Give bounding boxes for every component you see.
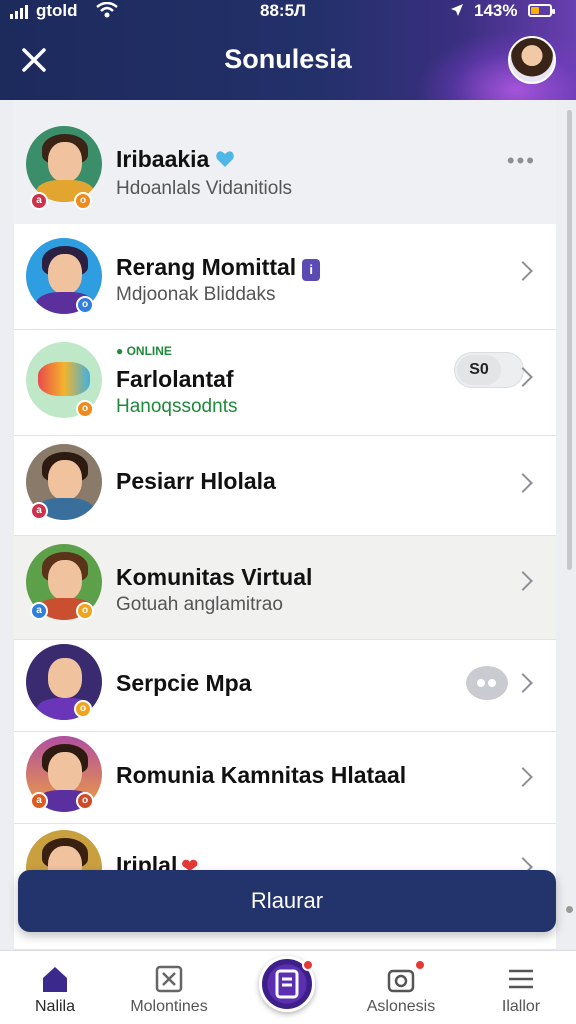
carrier: gtold	[10, 1, 78, 21]
tab-label: Molontines	[130, 998, 208, 1015]
chevron-right-icon	[513, 473, 533, 493]
avatar	[26, 126, 102, 202]
close-box-icon	[155, 965, 183, 993]
scroll-indicator	[566, 906, 573, 913]
badge-icon: o	[76, 400, 94, 418]
chat-icon[interactable]	[466, 666, 508, 700]
clock: 88:5Л	[260, 1, 306, 20]
tab-label: Aslonesis	[366, 998, 436, 1015]
item-subtitle: Hanoqssodnts	[116, 396, 238, 417]
item-subtitle: Mdjoonak Bliddaks	[116, 284, 276, 305]
list-item[interactable]: o Serpcie Mpa	[14, 640, 556, 732]
list-item[interactable]: a o Komunitas Virtual Gotuah anglamitrao	[14, 536, 556, 640]
community-list: a o Iribaakia Hdoanlals Vidanitiols ••• …	[14, 100, 556, 950]
menu-icon	[509, 969, 533, 989]
status-bar: gtold 88:5Л 143%	[0, 0, 576, 24]
item-title: Iribaakia	[116, 146, 235, 173]
chevron-right-icon	[513, 571, 533, 591]
more-icon[interactable]: •••	[507, 148, 536, 174]
item-title: Romunia Kamnitas Hlataal	[116, 762, 407, 788]
badge-icon: a	[30, 602, 48, 620]
carrier-name: gtold	[36, 1, 78, 20]
badge-icon: a	[30, 792, 48, 810]
toggle-switch[interactable]: S0	[454, 352, 524, 388]
primary-action-button[interactable]: Rlaurar	[18, 870, 556, 932]
online-status: ● ONLINE	[116, 344, 172, 358]
top-app-bar: gtold 88:5Л 143% Sonulesia	[0, 0, 576, 100]
item-subtitle: Gotuah anglamitrao	[116, 594, 283, 615]
item-title: Serpcie Mpa	[116, 670, 252, 696]
badge-icon: o	[74, 700, 92, 718]
list-item[interactable]: a o Iribaakia Hdoanlals Vidanitiols •••	[14, 100, 556, 224]
toggle-label: S0	[457, 355, 501, 385]
badge-icon: o	[76, 296, 94, 314]
battery-percent: 143%	[474, 1, 518, 20]
badge-icon: o	[74, 192, 92, 210]
badge-icon: a	[30, 502, 48, 520]
chevron-right-icon	[513, 261, 533, 281]
camera-icon	[387, 969, 415, 993]
wifi-icon	[96, 2, 118, 18]
page-title: Sonulesia	[224, 44, 352, 74]
center-action-button[interactable]	[259, 956, 315, 1012]
badge-icon: o	[76, 792, 94, 810]
badge-icon: a	[30, 192, 48, 210]
location-icon	[451, 4, 463, 16]
signal-icon	[10, 4, 28, 19]
item-title: Rerang Momittal i	[116, 254, 321, 281]
item-subtitle: Hdoanlals Vidanitiols	[116, 178, 293, 199]
list-item[interactable]: a o Romunia Kamnitas Hlataal	[14, 732, 556, 824]
list-item[interactable]: o Rerang Momittal i Mdjoonak Bliddaks	[14, 224, 556, 330]
item-title: Farlolantaf	[116, 366, 234, 392]
tab-home[interactable]: Nalila	[0, 951, 110, 1024]
chevron-right-icon	[513, 673, 533, 693]
scrollbar[interactable]	[567, 110, 572, 570]
item-title: Komunitas Virtual	[116, 564, 313, 590]
battery-icon	[528, 4, 555, 17]
tab-label: Ilallor	[501, 998, 541, 1015]
tab-menu[interactable]: Ilallor	[466, 951, 576, 1024]
badge-icon: o	[76, 602, 94, 620]
tag-icon: i	[302, 259, 321, 281]
tab-aslonesis[interactable]: Aslonesis	[346, 951, 456, 1024]
notification-dot	[414, 959, 426, 971]
list-item[interactable]: o ● ONLINE Farlolantaf Hanoqssodnts S0	[14, 330, 556, 436]
profile-avatar[interactable]	[508, 36, 556, 84]
tab-molontines[interactable]: Molontines	[114, 951, 224, 1024]
list-item[interactable]: a Pesiarr Hlolala	[14, 436, 556, 536]
home-icon	[43, 967, 67, 992]
chevron-right-icon	[513, 767, 533, 787]
notification-dot	[302, 959, 314, 971]
tab-label: Nalila	[34, 998, 75, 1015]
verified-icon	[216, 151, 235, 167]
item-title: Pesiarr Hlolala	[116, 468, 276, 494]
